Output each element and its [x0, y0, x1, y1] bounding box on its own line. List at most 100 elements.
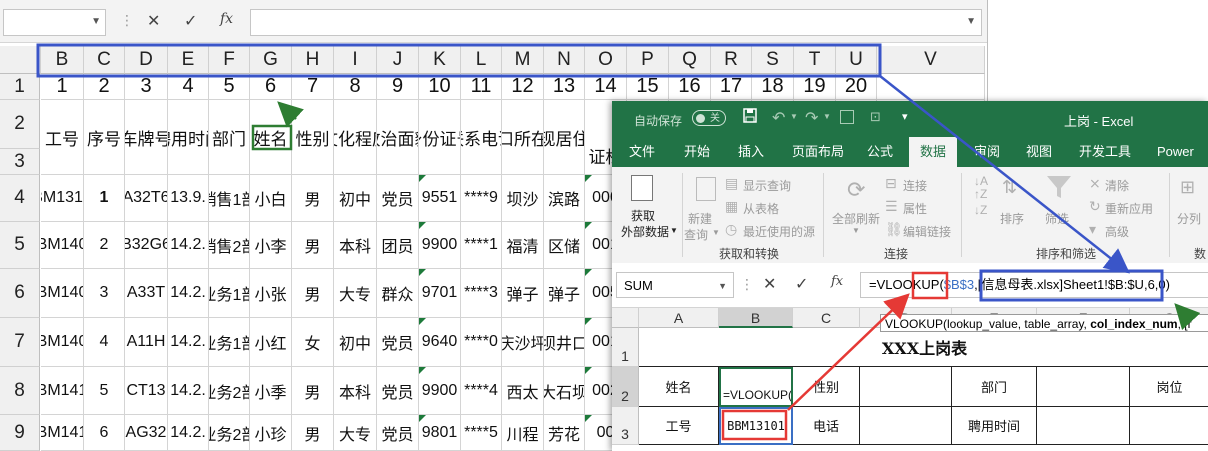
- column-header-o[interactable]: O: [585, 46, 627, 74]
- chevron-down-icon[interactable]: ▼: [852, 226, 860, 235]
- tab-home[interactable]: 开始: [684, 137, 710, 167]
- row-header-2[interactable]: 2: [612, 367, 639, 407]
- column-header-h[interactable]: H: [292, 46, 334, 74]
- data-cell[interactable]: 本科: [334, 222, 377, 269]
- tab-file[interactable]: 文件: [629, 137, 655, 167]
- data-cell[interactable]: 党员: [377, 318, 419, 367]
- data-cell[interactable]: 13.9.: [168, 175, 209, 222]
- row-header-7[interactable]: 7: [0, 318, 40, 367]
- data-cell[interactable]: 坝井口: [544, 318, 585, 367]
- header-cell[interactable]: 联系电话: [461, 100, 502, 175]
- sort-za-icon[interactable]: ↓Z: [974, 203, 987, 217]
- get-external-data-icon[interactable]: [631, 175, 653, 201]
- column-header-t[interactable]: T: [794, 46, 836, 74]
- data-cell[interactable]: A32T6: [125, 175, 168, 222]
- employee-id-cell[interactable]: BBM13101: [719, 407, 793, 445]
- filter-icon[interactable]: [1045, 173, 1073, 206]
- chevron-down-icon[interactable]: ▼: [966, 16, 976, 27]
- data-cell[interactable]: ****0: [461, 318, 502, 367]
- column-number-cell[interactable]: 10: [419, 74, 461, 100]
- data-cell[interactable]: 初中: [334, 175, 377, 222]
- sort-button[interactable]: 排序: [1000, 210, 1024, 227]
- header-cell[interactable]: 性别: [292, 100, 334, 175]
- data-cell[interactable]: ****1: [461, 222, 502, 269]
- data-cell[interactable]: 女: [292, 318, 334, 367]
- new-query-label-1[interactable]: 新建: [688, 210, 712, 227]
- column-number-cell[interactable]: 9: [377, 74, 419, 100]
- text-to-columns-button[interactable]: 分列: [1177, 210, 1201, 227]
- data-cell[interactable]: 滨路: [544, 175, 585, 222]
- data-cell[interactable]: 9900: [419, 367, 461, 415]
- data-cell[interactable]: 本科: [334, 367, 377, 415]
- data-cell[interactable]: 党员: [377, 415, 419, 451]
- data-cell[interactable]: 男: [292, 269, 334, 318]
- text-to-columns-icon[interactable]: ⊞: [1180, 177, 1195, 198]
- sort-az-icon[interactable]: ↓A ↑Z: [974, 175, 988, 201]
- data-cell[interactable]: 党员: [377, 175, 419, 222]
- new-query-icon[interactable]: [696, 177, 716, 201]
- header-cell[interactable]: 户口所在地: [502, 100, 544, 175]
- column-number-cell[interactable]: 4: [168, 74, 209, 100]
- column-number-cell[interactable]: 17: [711, 74, 752, 100]
- column-header-d[interactable]: D: [125, 46, 168, 74]
- column-header-b[interactable]: B: [719, 308, 793, 328]
- column-header-b[interactable]: B: [41, 46, 84, 74]
- from-table-button[interactable]: 从表格: [743, 200, 779, 217]
- column-number-cell[interactable]: 11: [461, 74, 502, 100]
- data-cell[interactable]: 大石坝: [544, 367, 585, 415]
- column-number-cell[interactable]: 8: [334, 74, 377, 100]
- advanced-button[interactable]: 高级: [1105, 223, 1129, 240]
- data-cell[interactable]: A11H: [125, 318, 168, 367]
- sort-dialog-icon[interactable]: ⇅: [1002, 177, 1017, 198]
- data-cell[interactable]: 弹子: [502, 269, 544, 318]
- redo-dropdown-icon[interactable]: ▼: [823, 112, 831, 121]
- tab-developer[interactable]: 开发工具: [1079, 137, 1131, 167]
- header-cell[interactable]: 聘用时间: [168, 100, 209, 175]
- data-cell[interactable]: 9801: [419, 415, 461, 451]
- column-number-cell[interactable]: 14: [585, 74, 627, 100]
- select-all-corner[interactable]: [612, 308, 639, 328]
- column-header-v[interactable]: V: [877, 46, 985, 74]
- undo-dropdown-icon[interactable]: ▼: [790, 112, 798, 121]
- data-cell[interactable]: 销售1部: [209, 175, 250, 222]
- empty-cell[interactable]: [1130, 407, 1208, 445]
- refresh-all-button[interactable]: 全部刷新: [832, 210, 880, 227]
- tab-power-pivot[interactable]: Power Pi: [1157, 137, 1208, 189]
- autosave-toggle[interactable]: 关: [692, 110, 726, 126]
- header-cell[interactable]: 车牌号: [125, 100, 168, 175]
- data-cell[interactable]: 川程: [502, 415, 544, 451]
- data-cell[interactable]: AG32: [125, 415, 168, 451]
- chevron-down-icon[interactable]: ▼: [712, 228, 720, 237]
- data-cell[interactable]: 14.2.: [168, 415, 209, 451]
- column-number-cell[interactable]: [877, 74, 985, 100]
- name-box[interactable]: SUM ▼: [616, 272, 734, 298]
- data-cell[interactable]: 大专: [334, 415, 377, 451]
- column-number-cell[interactable]: 20: [836, 74, 877, 100]
- column-header-r[interactable]: R: [711, 46, 752, 74]
- cancel-icon[interactable]: ✕: [763, 274, 776, 294]
- data-cell[interactable]: 小白: [250, 175, 292, 222]
- customize-toolbar-icon[interactable]: ▾: [902, 110, 908, 123]
- chevron-down-icon[interactable]: ▼: [91, 16, 101, 27]
- data-cell[interactable]: 芳花: [544, 415, 585, 451]
- data-cell[interactable]: 西太: [502, 367, 544, 415]
- column-number-cell[interactable]: 2: [84, 74, 125, 100]
- enter-icon[interactable]: ✓: [795, 274, 808, 294]
- data-cell[interactable]: 业务2部: [209, 367, 250, 415]
- column-number-cell[interactable]: 3: [125, 74, 168, 100]
- select-all-corner[interactable]: [0, 46, 41, 74]
- refresh-all-icon[interactable]: ⟳: [847, 177, 865, 203]
- column-header-u[interactable]: U: [836, 46, 877, 74]
- data-cell[interactable]: 党员: [377, 367, 419, 415]
- data-cell[interactable]: BM141: [41, 415, 84, 451]
- data-cell[interactable]: 9900: [419, 222, 461, 269]
- gender-value-cell[interactable]: [860, 367, 952, 407]
- camera-icon[interactable]: ⊡: [870, 109, 881, 125]
- data-cell[interactable]: BM141: [41, 367, 84, 415]
- data-cell[interactable]: 6: [84, 415, 125, 451]
- data-cell[interactable]: 业务1部: [209, 318, 250, 367]
- column-header-p[interactable]: P: [627, 46, 669, 74]
- get-external-data-label-1[interactable]: 获取: [631, 207, 655, 224]
- connections-button[interactable]: 连接: [903, 177, 927, 194]
- tab-insert[interactable]: 插入: [738, 137, 764, 167]
